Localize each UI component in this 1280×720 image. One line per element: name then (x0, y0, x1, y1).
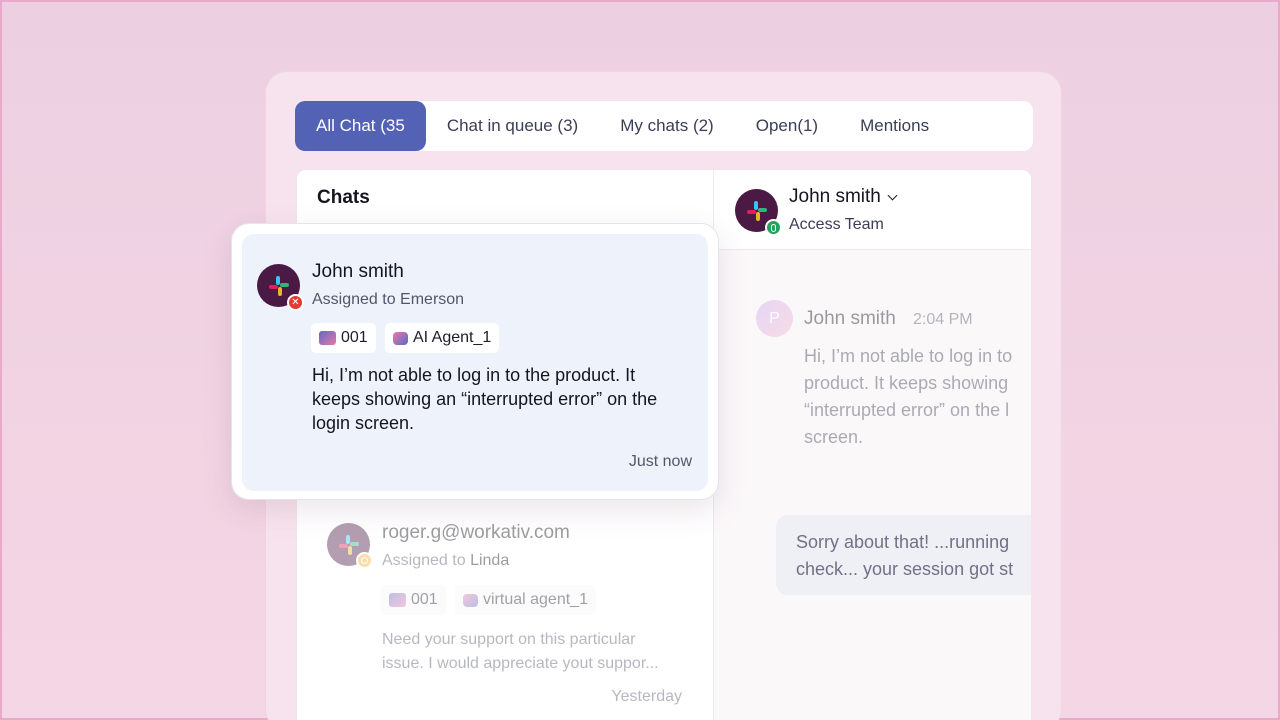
conversation-messages: P John smith 2:04 PM Hi, I’m not able to… (714, 250, 1031, 720)
slack-icon (338, 534, 359, 555)
highlighted-chat-card[interactable]: ✕ John smith Assigned to Emerson 001 AI … (231, 223, 719, 500)
slack-avatar: ✕ (257, 264, 304, 311)
chat-timestamp: Yesterday (611, 688, 682, 705)
ticket-chip: 001 (381, 585, 446, 615)
agent-reply-bubble: Sorry about that! ...running check... yo… (776, 515, 1031, 595)
pending-status-badge (356, 552, 373, 569)
message-time: 2:04 PM (913, 311, 973, 328)
ticket-chip: 001 (311, 323, 376, 353)
assigned-label: Assigned to Emerson (312, 291, 465, 308)
robot-icon (393, 331, 408, 345)
tab-chat-in-queue[interactable]: Chat in queue (3) (426, 101, 599, 151)
chevron-down-icon (887, 190, 898, 200)
slack-icon (746, 200, 767, 221)
slack-icon (268, 275, 289, 296)
agent-chip: virtual agent_1 (455, 585, 596, 615)
slack-avatar (735, 189, 782, 236)
conversation-pane: John smith Access Team P John smith 2:04… (714, 170, 1031, 720)
tab-open[interactable]: Open(1) (735, 101, 839, 151)
assigned-label: Assigned to Linda (382, 552, 510, 569)
chats-heading: Chats (317, 187, 370, 208)
agent-chip: AI Agent_1 (385, 323, 500, 353)
error-x-icon: ✕ (291, 296, 300, 308)
chat-preview-message: Need your support on this particular iss… (382, 631, 659, 672)
tab-all-chat[interactable]: All Chat (35 (295, 101, 426, 151)
conversation-header: John smith Access Team (714, 170, 1031, 250)
microphone-icon (771, 223, 776, 232)
tab-my-chats[interactable]: My chats (2) (599, 101, 735, 151)
slack-avatar (327, 523, 373, 569)
chat-contact-name: roger.g@workativ.com (382, 522, 570, 543)
ticket-icon (389, 593, 406, 607)
ticket-icon (319, 331, 336, 345)
error-status-badge: ✕ (287, 294, 304, 311)
chat-contact-name: John smith (312, 261, 404, 282)
highlighted-chat-card-inner: ✕ John smith Assigned to Emerson 001 AI … (242, 234, 708, 491)
clock-icon (361, 557, 368, 564)
contact-name-dropdown[interactable]: John smith (789, 186, 898, 208)
chat-preview-message: Hi, I’m not able to log in to the produc… (312, 365, 658, 433)
live-status-badge (765, 219, 782, 236)
contact-team: Access Team (789, 216, 884, 233)
robot-icon (463, 593, 478, 607)
chat-timestamp: Just now (628, 453, 692, 470)
sender-avatar: P (756, 300, 793, 337)
chat-filter-tabs: All Chat (35 Chat in queue (3) My chats … (295, 101, 1033, 151)
message-sender-name: John smith (804, 308, 896, 329)
chat-list-item-roger[interactable]: roger.g@workativ.com Assigned to Linda 0… (297, 505, 713, 705)
tab-mentions[interactable]: Mentions (839, 101, 950, 151)
message-text: Hi, I’m not able to log in to product. I… (804, 346, 1013, 447)
